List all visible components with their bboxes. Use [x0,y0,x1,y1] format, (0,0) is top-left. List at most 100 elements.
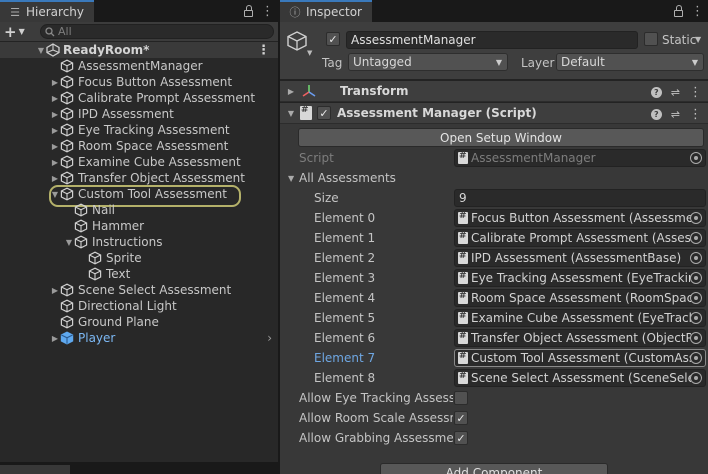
lock-icon[interactable] [674,4,683,17]
expand-arrow-icon[interactable]: ▶ [50,334,60,343]
hierarchy-item[interactable]: ▶ Transfer Object Assessment [0,170,278,186]
hierarchy-tab[interactable]: ☰ Hierarchy [0,0,95,22]
element-object-field[interactable]: Eye Tracking Assessment (EyeTrackingAsse… [454,269,706,287]
object-picker-icon[interactable] [690,312,702,324]
hierarchy-item[interactable]: ▶ Eye Tracking Assessment [0,122,278,138]
component-menu-icon[interactable]: ⋮ [689,86,702,99]
hierarchy-item[interactable]: ▶ IPD Assessment [0,106,278,122]
component-enabled-checkbox[interactable]: ✓ [317,106,331,120]
element-object-field[interactable]: Transfer Object Assessment (ObjectPosAss… [454,329,706,347]
hierarchy-item[interactable]: Hammer [0,218,278,234]
icon-select-caret-icon[interactable]: ▼ [307,49,312,57]
collapse-arrow-icon[interactable]: ▼ [50,190,60,199]
collapse-arrow-icon[interactable]: ▼ [64,238,74,247]
toggle-checkbox[interactable]: ✓ [454,411,468,425]
scene-name: ReadyRoom* [63,43,150,57]
expand-arrow-icon[interactable]: ▶ [50,78,60,87]
script-file-icon [458,331,468,344]
script-component-header[interactable]: ▼ ✓ Assessment Manager (Script) ? ⇌ ⋮ [280,102,708,124]
expand-arrow-icon[interactable]: ▶ [50,158,60,167]
more-options-icon[interactable]: ⋮ [261,5,274,18]
object-picker-icon[interactable] [690,352,702,364]
gameobject-cube-icon[interactable] [286,30,308,52]
size-row: Size 9 [280,188,708,208]
hierarchy-item[interactable]: Sprite [0,250,278,266]
scene-row[interactable]: ▼ ReadyRoom* ⋮ [0,42,278,58]
hierarchy-tab-controls: ⋮ [244,0,274,22]
hierarchy-item-label: Hammer [92,219,145,233]
component-menu-icon[interactable]: ⋮ [689,108,702,121]
expand-arrow-icon[interactable]: ▼ [284,109,298,118]
hierarchy-item[interactable]: ▼ Instructions [0,234,278,250]
layer-label: Layer [521,56,555,70]
object-picker-icon[interactable] [690,212,702,224]
element-value: Eye Tracking Assessment (EyeTrackingAsse… [471,271,691,285]
expand-arrow-icon[interactable]: ▼ [288,174,294,183]
tag-dropdown[interactable]: Untagged ▼ [348,53,508,71]
collapse-arrow-icon[interactable]: ▶ [284,87,298,96]
hierarchy-item[interactable]: ▼ Custom Tool Assessment [0,185,278,207]
inspector-tab[interactable]: ⓘ Inspector [280,0,372,22]
script-file-icon [458,371,468,384]
static-checkbox[interactable] [644,32,658,46]
hierarchy-item[interactable]: ▶ Room Space Assessment [0,138,278,154]
presets-icon[interactable]: ⇌ [671,86,680,99]
more-options-icon[interactable]: ⋮ [691,5,704,18]
active-checkbox[interactable]: ✓ [326,32,340,46]
expand-arrow-icon[interactable]: ▶ [50,142,60,151]
all-assessments-foldout[interactable]: ▼ All Assessments [280,168,708,188]
element-object-field[interactable]: Room Space Assessment (RoomSpaceAssessme… [454,289,706,307]
static-dropdown-icon[interactable]: ▼ [695,35,701,44]
toggle-label: Allow Eye Tracking Assessment [299,391,453,405]
toggle-checkbox[interactable] [454,391,468,405]
element-object-field[interactable]: Scene Select Assessment (SceneSelectAsse… [454,369,706,387]
project-tab[interactable] [0,465,70,474]
element-object-field[interactable]: Examine Cube Assessment (EyeTrackingAsse… [454,309,706,327]
expand-arrow-icon[interactable]: ▶ [50,110,60,119]
add-component-button[interactable]: Add Component [380,463,608,474]
lock-icon[interactable] [244,4,253,17]
hierarchy-item[interactable]: Nail [0,202,278,218]
size-input[interactable]: 9 [454,189,706,207]
element-object-field[interactable]: Calibrate Prompt Assessment (AssessmentB… [454,229,706,247]
hierarchy-item[interactable]: ▶ Player › [0,330,278,346]
transform-component-header[interactable]: ▶ Transform ? ⇌ ⋮ [280,80,708,102]
expand-arrow-icon[interactable]: ▼ [36,46,46,55]
object-picker-icon[interactable] [690,372,702,384]
create-button[interactable]: + ▼ [4,23,34,41]
transform-icon [302,85,316,97]
element-value: Scene Select Assessment (SceneSelectAsse… [471,371,691,385]
expand-arrow-icon[interactable]: ▶ [50,126,60,135]
presets-icon[interactable]: ⇌ [671,108,680,121]
layer-dropdown[interactable]: Default ▼ [556,53,704,71]
scene-options-icon[interactable]: ⋮ [257,44,270,57]
object-picker-icon[interactable] [690,252,702,264]
help-icon[interactable]: ? [650,108,662,120]
gameobject-cube-icon [60,187,74,201]
expand-arrow-icon[interactable]: ▶ [50,174,60,183]
element-object-field[interactable]: Focus Button Assessment (AssessmentBase) [454,209,706,227]
hierarchy-item[interactable]: Directional Light [0,298,278,314]
script-file-icon [458,291,468,304]
expand-arrow-icon[interactable]: ▶ [50,94,60,103]
hierarchy-item[interactable]: ▶ Focus Button Assessment [0,74,278,90]
element-object-field[interactable]: IPD Assessment (AssessmentBase) [454,249,706,267]
expand-arrow-icon[interactable]: ▶ [50,286,60,295]
hierarchy-item[interactable]: ▶ Examine Cube Assessment [0,154,278,170]
hierarchy-item[interactable]: AssessmentManager [0,58,278,74]
object-picker-icon[interactable] [690,332,702,344]
object-picker-icon[interactable] [690,272,702,284]
search-input[interactable]: All [40,24,274,39]
object-picker-icon[interactable] [690,232,702,244]
hierarchy-item[interactable]: ▶ Scene Select Assessment [0,282,278,298]
help-icon[interactable]: ? [650,86,662,98]
prefab-open-icon[interactable]: › [267,331,272,345]
object-picker-icon[interactable] [690,292,702,304]
hierarchy-item[interactable]: Ground Plane [0,314,278,330]
toggle-checkbox[interactable]: ✓ [454,431,468,445]
hierarchy-item[interactable]: ▶ Calibrate Prompt Assessment [0,90,278,106]
hierarchy-item[interactable]: Text [0,266,278,282]
object-name-field[interactable]: AssessmentManager [346,31,638,49]
open-setup-window-button[interactable]: Open Setup Window [298,128,704,147]
element-object-field[interactable]: Custom Tool Assessment (CustomAssessment… [454,349,706,367]
